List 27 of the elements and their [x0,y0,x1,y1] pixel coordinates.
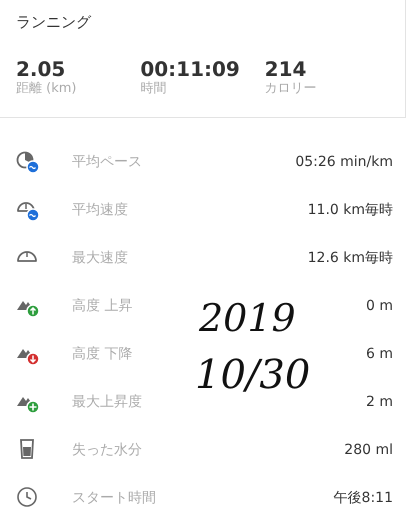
detail-value: 05:26 min/km [295,152,393,172]
stat-label: カロリー [264,80,318,98]
detail-label: 平均ペース [72,152,142,172]
detail-value: 午後8:11 [334,488,393,508]
detail-value: 11.0 km毎時 [308,200,393,220]
detail-value: 2 m [366,392,393,412]
handwritten-note: 2019 [199,296,296,340]
clock-icon [16,486,40,510]
detail-value: 0 m [366,296,393,316]
activity-title: ランニング [16,12,92,33]
detail-label: スタート時間 [72,488,156,508]
stat-value: 00:11:09 [140,58,241,80]
detail-label: 高度 下降 [72,344,132,364]
stat-value: 214 [264,58,308,80]
detail-label: 高度 上昇 [72,296,132,316]
stopwatch-icon [16,150,40,174]
detail-label: 平均速度 [72,200,128,220]
detail-label: 最大上昇度 [72,392,142,412]
handwritten-note: 10/30 [195,351,310,400]
stat-label: 時間 [140,80,168,98]
stat-label: 距離 (km) [16,80,78,98]
detail-label: 失った水分 [72,440,142,460]
detail-value: 6 m [366,344,393,364]
stat-value: 2.05 [16,58,66,80]
detail-label: 最大速度 [72,248,128,268]
detail-value: 280 ml [344,440,393,460]
detail-value: 12.6 km毎時 [308,248,393,268]
